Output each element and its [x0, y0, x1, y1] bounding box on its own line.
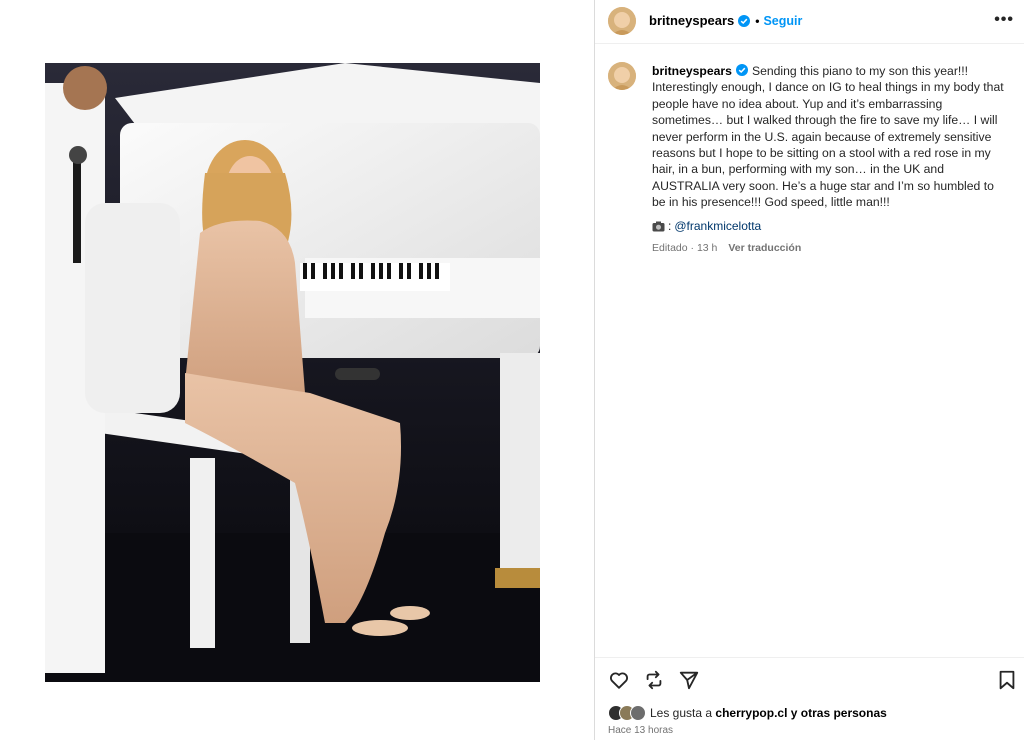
see-translation-button[interactable]: Ver traducción — [728, 242, 801, 254]
liker-username-link[interactable]: cherrypop.cl — [715, 706, 787, 720]
likes-text: Les gusta a cherrypop.cl y otras persona… — [650, 706, 887, 720]
likes-summary: Les gusta a cherrypop.cl y otras persona… — [608, 705, 887, 721]
actions-divider — [595, 657, 1024, 658]
caption-text: britneyspears Sending this piano to my s… — [652, 63, 1010, 211]
heart-icon — [610, 672, 628, 689]
caption-body: Sending this piano to my son this year!!… — [652, 64, 1004, 210]
credit-colon: : — [668, 219, 672, 233]
caption-meta: Editado · 13 h Ver traducción — [652, 242, 801, 254]
verified-badge-icon — [735, 64, 748, 76]
avatar-image — [608, 7, 636, 35]
post-timestamp[interactable]: Hace 13 horas — [608, 725, 673, 736]
save-button[interactable] — [996, 669, 1018, 691]
post-header: britneyspears • Seguir ••• — [595, 0, 1024, 44]
send-icon — [679, 671, 699, 690]
caption-avatar[interactable] — [608, 62, 636, 90]
more-options-button[interactable]: ••• — [994, 11, 1014, 29]
share-button[interactable] — [678, 669, 700, 691]
repost-icon — [646, 670, 662, 690]
credit-mention-link[interactable]: @frankmicelotta — [674, 219, 761, 233]
caption-username-link[interactable]: britneyspears — [652, 64, 732, 78]
bookmark-icon — [999, 670, 1015, 690]
verified-badge-icon — [738, 14, 751, 27]
camera-icon — [652, 221, 665, 231]
separator-dot: • — [755, 13, 760, 28]
post-media-area — [0, 0, 594, 740]
post-detail-panel: britneyspears • Seguir ••• britneyspears… — [595, 0, 1024, 740]
repost-button[interactable] — [643, 669, 665, 691]
likes-prefix: Les gusta a — [650, 706, 713, 720]
post-photo[interactable] — [45, 63, 540, 682]
header-user-row: britneyspears • Seguir — [649, 13, 802, 28]
liker-avatar — [630, 705, 646, 721]
username-link[interactable]: britneyspears — [649, 13, 734, 28]
follow-button[interactable]: Seguir — [763, 14, 802, 28]
avatar[interactable] — [608, 7, 636, 35]
likes-suffix[interactable]: y otras personas — [791, 706, 887, 720]
edited-timestamp: Editado · 13 h — [652, 242, 718, 254]
avatar-image — [608, 62, 636, 90]
photo-credit: : @frankmicelotta — [652, 219, 761, 233]
like-button[interactable] — [608, 669, 630, 691]
post-photo-illustration — [45, 63, 540, 682]
